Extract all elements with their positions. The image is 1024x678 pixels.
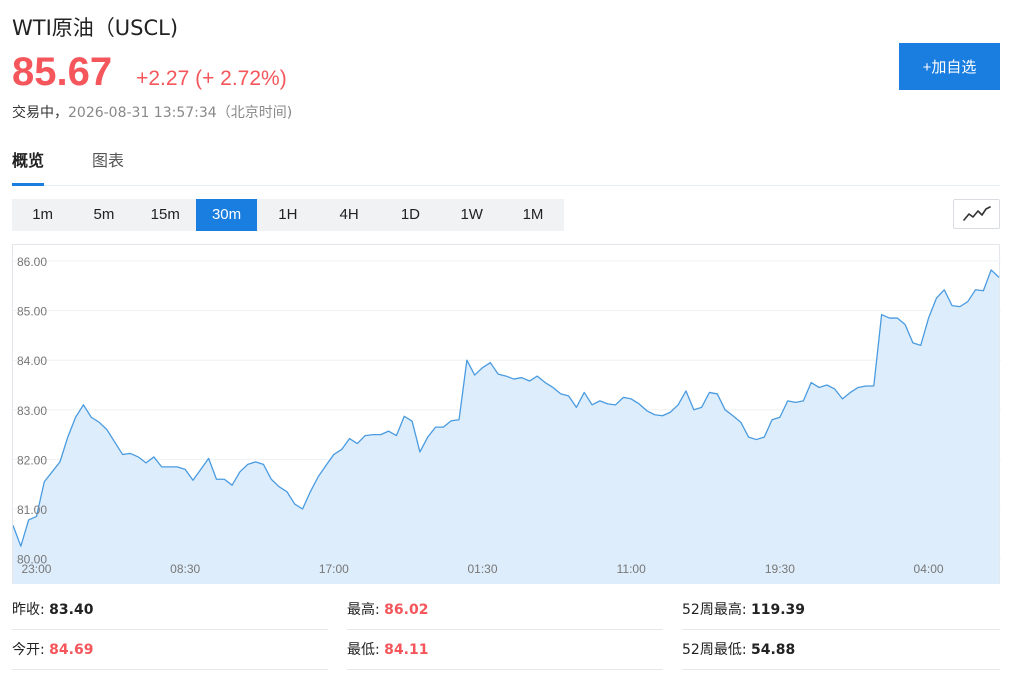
x-tick-label: 04:00 <box>914 562 944 576</box>
period-15m[interactable]: 15m <box>135 199 196 231</box>
period-1mo[interactable]: 1M <box>502 199 563 231</box>
x-tick-label: 17:00 <box>319 562 349 576</box>
trading-status: 交易中，2026-08-31 13:57:34（北京时间) <box>12 102 292 122</box>
x-tick-label: 11:00 <box>617 562 646 576</box>
stat-low: 最低: 84.11 <box>347 630 663 670</box>
status-label: 交易中， <box>12 105 68 121</box>
stat-prev-close-label: 昨收: <box>12 602 45 618</box>
tab-chart[interactable]: 图表 <box>92 148 124 186</box>
price-change: +2.27 (+ 2.72%) <box>136 67 287 90</box>
y-tick-label: 84.00 <box>17 354 47 368</box>
x-tick-label: 19:30 <box>765 562 795 576</box>
period-selector: 1m 5m 15m 30m 1H 4H 1D 1W 1M <box>12 199 564 231</box>
stat-52w-high-label: 52周最高: <box>682 602 747 618</box>
price-chart[interactable]: 86.00 85.00 84.00 83.00 82.00 81.00 80.00 23:00… <box>12 244 1001 584</box>
x-tick-label: 01:30 <box>468 562 498 576</box>
current-price: 85.67 <box>12 50 113 94</box>
stat-open: 今开: 84.69 <box>12 630 328 670</box>
period-1d[interactable]: 1D <box>380 199 441 231</box>
stat-high: 最高: 86.02 <box>347 590 663 630</box>
period-4h[interactable]: 4H <box>318 199 379 231</box>
stat-low-value: 84.11 <box>384 642 429 658</box>
stat-52w-low: 52周最低: 54.88 <box>682 630 1000 670</box>
y-tick-label: 82.00 <box>17 453 47 467</box>
y-tick-label: 81.00 <box>17 503 47 517</box>
price-chart-svg: 86.0085.0084.0083.0082.0081.0080.0023:00… <box>13 255 1001 584</box>
period-1h[interactable]: 1H <box>257 199 318 231</box>
y-tick-label: 85.00 <box>17 305 47 319</box>
stat-low-label: 最低: <box>347 642 380 658</box>
stat-open-label: 今开: <box>12 642 45 658</box>
stat-52w-high: 52周最高: 119.39 <box>682 590 1000 630</box>
tab-overview[interactable]: 概览 <box>12 148 45 186</box>
stat-52w-low-label: 52周最低: <box>682 642 747 658</box>
y-tick-label: 86.00 <box>17 255 47 269</box>
price-row: 85.67 +2.27 (+ 2.72%) <box>12 50 287 95</box>
stat-high-value: 86.02 <box>384 602 429 618</box>
line-chart-icon <box>962 206 991 221</box>
price-area <box>13 269 999 584</box>
period-1m[interactable]: 1m <box>12 199 73 231</box>
x-tick-label: 08:30 <box>170 562 200 576</box>
y-tick-label: 83.00 <box>17 404 47 418</box>
period-30m[interactable]: 30m <box>195 199 258 231</box>
x-tick-label: 23:00 <box>21 562 51 576</box>
stat-prev-close-value: 83.40 <box>49 602 94 618</box>
instrument-title: WTI原油（USCL) <box>12 16 179 40</box>
stat-open-value: 84.69 <box>49 642 94 658</box>
chart-type-button[interactable] <box>953 199 1000 229</box>
period-1w[interactable]: 1W <box>441 199 502 231</box>
add-watchlist-button[interactable]: +加自选 <box>899 43 1000 90</box>
status-time: 2026-08-31 13:57:34（北京时间) <box>68 105 293 121</box>
stat-52w-high-value: 119.39 <box>750 602 806 618</box>
stat-prev-close: 昨收: 83.40 <box>12 590 328 630</box>
period-5m[interactable]: 5m <box>73 199 134 231</box>
tab-bar: 概览 图表 <box>12 148 1000 186</box>
stat-high-label: 最高: <box>347 602 380 618</box>
stat-52w-low-value: 54.88 <box>750 642 796 658</box>
